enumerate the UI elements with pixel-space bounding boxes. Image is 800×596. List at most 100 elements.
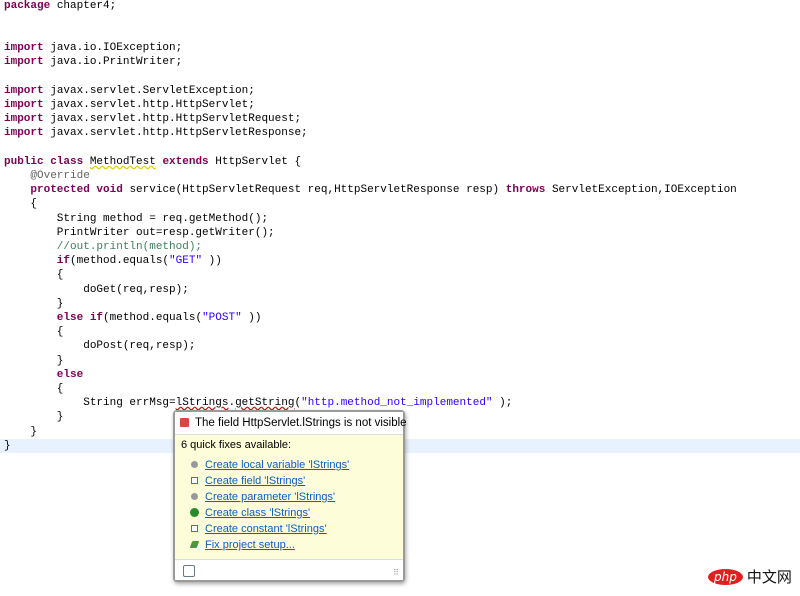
code-line[interactable]: }: [4, 425, 37, 439]
code-token: doGet(req,resp);: [4, 283, 189, 296]
code-token: "http.method_not_implemented": [301, 397, 493, 410]
code-token: javax.servlet.http.HttpServletRequest;: [50, 113, 302, 126]
code-line[interactable]: if(method.equals("GET" )): [4, 254, 222, 268]
code-line[interactable]: PrintWriter out=resp.getWriter();: [4, 226, 275, 240]
code-line[interactable]: import javax.servlet.http.HttpServlet;: [4, 98, 255, 112]
quick-fix-count: 6 quick fixes available:: [181, 439, 292, 451]
code-line[interactable]: doGet(req,resp);: [4, 283, 189, 297]
code-token: }: [4, 425, 38, 438]
code-line[interactable]: {: [4, 325, 64, 339]
code-token: MethodTest: [89, 155, 156, 168]
code-token: import: [4, 42, 44, 55]
quick-fix-item[interactable]: Create parameter 'lStrings': [175, 489, 403, 505]
code-token: javax.servlet.http.HttpServletResponse;: [50, 127, 308, 140]
code-token: String method = req.getMethod();: [4, 212, 269, 225]
fix-icon: [189, 541, 200, 548]
quick-fix-link[interactable]: Create class 'lStrings': [205, 507, 310, 519]
code-token: package: [4, 0, 51, 12]
field-icon: [191, 477, 198, 484]
code-line[interactable]: doPost(req,resp);: [4, 339, 195, 353]
resize-grip[interactable]: ⠿: [393, 568, 399, 577]
code-token: {: [4, 198, 38, 211]
code-line[interactable]: }: [4, 410, 64, 424]
error-icon: [180, 418, 189, 427]
code-token: HttpServlet {: [215, 155, 302, 168]
code-token: javax.servlet.ServletException;: [50, 84, 255, 97]
code-line[interactable]: String errMsg=lStrings.getString("http.m…: [4, 396, 512, 410]
quick-fix-item[interactable]: Create constant 'lStrings': [175, 521, 403, 537]
code-line[interactable]: else if(method.equals("POST" )): [4, 311, 262, 325]
code-token: java.io.IOException;: [50, 42, 183, 55]
code-token: ServletException,IOException: [551, 184, 737, 197]
code-line[interactable]: public class MethodTest extends HttpServ…: [4, 155, 301, 169]
code-token: java.io.PrintWriter;: [50, 56, 183, 69]
quick-fix-link[interactable]: Create field 'lStrings': [205, 475, 305, 487]
code-line[interactable]: }: [4, 354, 64, 368]
quick-fix-item[interactable]: Fix project setup...: [175, 537, 403, 553]
code-line[interactable]: package chapter4;: [4, 0, 116, 13]
parameter-icon: [191, 493, 198, 500]
code-token: protected void: [4, 184, 123, 197]
code-token: (method.equals(: [70, 255, 170, 268]
code-token: else: [4, 368, 84, 381]
code-line[interactable]: String method = req.getMethod();: [4, 212, 268, 226]
code-token: @Override: [4, 169, 90, 182]
code-token: }: [4, 439, 11, 452]
quick-fix-item[interactable]: Create local variable 'lStrings': [175, 457, 403, 473]
code-token: import: [4, 84, 44, 97]
quick-fix-link[interactable]: Create constant 'lStrings': [205, 523, 327, 535]
code-line[interactable]: //out.println(method);: [4, 240, 202, 254]
code-line[interactable]: @Override: [4, 169, 90, 183]
quick-fix-link[interactable]: Create local variable 'lStrings': [205, 459, 349, 471]
code-token: if: [4, 255, 71, 268]
code-token: public class: [4, 155, 84, 168]
php-logo: php: [708, 568, 743, 585]
code-token: }: [4, 297, 64, 310]
code-token: {: [4, 326, 64, 339]
code-line[interactable]: {: [4, 382, 64, 396]
code-token: String errMsg=: [4, 397, 176, 410]
code-token: }: [4, 411, 64, 424]
code-line[interactable]: protected void service(HttpServletReques…: [4, 183, 737, 197]
code-line[interactable]: import javax.servlet.http.HttpServletRes…: [4, 126, 308, 140]
code-token: "POST": [202, 311, 242, 324]
code-token: service(HttpServletRequest req,HttpServl…: [129, 184, 500, 197]
code-line[interactable]: import java.io.PrintWriter;: [4, 55, 182, 69]
popup-footer: ⠿: [175, 559, 403, 580]
code-token: javax.servlet.http.HttpServlet;: [50, 98, 255, 111]
code-token: import: [4, 56, 44, 69]
watermark-logo: php 中文网: [708, 566, 792, 587]
quick-fix-item[interactable]: Create field 'lStrings': [175, 473, 403, 489]
code-token: "GET": [169, 255, 203, 268]
code-token: getString: [235, 397, 295, 410]
code-token: extends: [162, 155, 209, 168]
error-message: The field HttpServlet.lStrings is not vi…: [195, 417, 407, 429]
quick-fix-item[interactable]: Create class 'lStrings': [175, 505, 403, 521]
code-token: (method.equals(: [103, 311, 203, 324]
code-token: )): [248, 311, 262, 324]
configure-icon[interactable]: [183, 565, 195, 577]
code-token: throws: [505, 184, 546, 197]
code-token: {: [4, 382, 64, 395]
code-line[interactable]: import javax.servlet.ServletException;: [4, 84, 255, 98]
code-line[interactable]: }: [4, 297, 64, 311]
code-token: lStrings: [175, 397, 229, 410]
code-line[interactable]: {: [4, 197, 37, 211]
quick-fix-popup: The field HttpServlet.lStrings is not vi…: [173, 410, 407, 582]
logo-text: 中文网: [746, 568, 792, 586]
code-token: )): [208, 255, 222, 268]
code-line[interactable]: import javax.servlet.http.HttpServletReq…: [4, 112, 301, 126]
code-token: else if: [4, 311, 104, 324]
code-token: );: [499, 397, 513, 410]
code-line[interactable]: {: [4, 268, 64, 282]
quick-fix-link[interactable]: Create parameter 'lStrings': [205, 491, 335, 503]
quick-fix-list: Create local variable 'lStrings' Create f…: [175, 457, 403, 553]
code-token: }: [4, 354, 64, 367]
code-token: import: [4, 127, 44, 140]
code-line[interactable]: import java.io.IOException;: [4, 41, 182, 55]
code-token: //out.println(method);: [4, 240, 203, 253]
code-token: import: [4, 98, 44, 111]
code-token: {: [4, 269, 64, 282]
code-line[interactable]: else: [4, 368, 83, 382]
quick-fix-link[interactable]: Fix project setup...: [205, 539, 295, 551]
